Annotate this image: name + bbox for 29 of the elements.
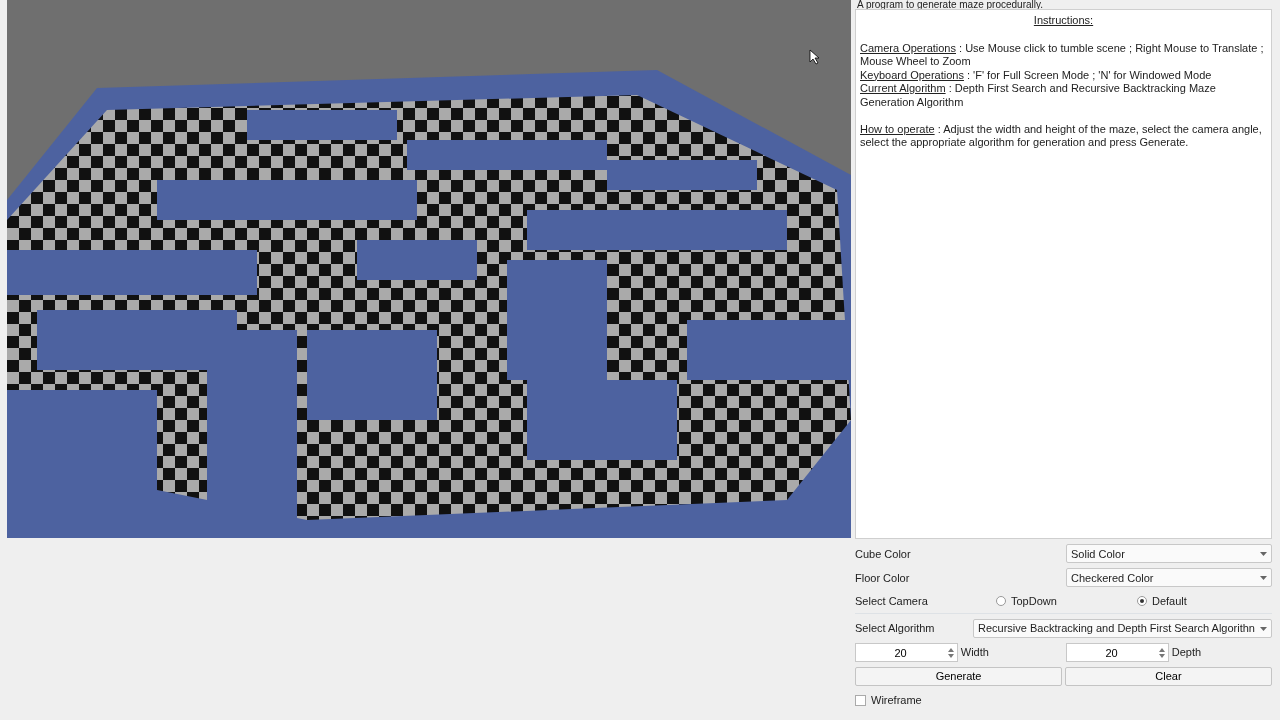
caret-icon — [1260, 551, 1267, 556]
description-text: A program to generate maze procedurally. — [857, 0, 1045, 9]
radio-button[interactable] — [996, 596, 1006, 607]
checkbox-label[interactable]: Wireframe — [871, 692, 922, 709]
cube-color-label: Cube Color — [855, 546, 912, 562]
algorithm-dropdown[interactable]: Recursive Backtracking and Depth First Search Algorithn — [973, 619, 1272, 638]
radio-label[interactable]: TopDown — [1011, 593, 1057, 610]
action-button[interactable]: Generate — [855, 667, 1063, 686]
checkbox[interactable] — [855, 695, 866, 706]
instruction-text: Keyboard Operations : 'F' for Full Screen Mode ; 'N' for Windowed Mode — [860, 68, 1213, 82]
caret-icon — [1260, 626, 1267, 631]
instruction-text: How to operate : Adjust the width and height of the maze, select the camera angle, select the appropriate algorithm for generation and press Generate. — [860, 122, 1263, 150]
action-button[interactable]: Clear — [1064, 667, 1272, 686]
radio-button[interactable] — [1137, 596, 1147, 607]
instructions-title: Instructions: — [1032, 14, 1095, 28]
cube-color-dropdown[interactable]: Solid Color — [1066, 544, 1272, 564]
spinbox-label: Width — [960, 645, 989, 661]
number-field[interactable]: 20 — [1066, 643, 1169, 662]
camera-label: Select Camera — [855, 594, 929, 609]
caret-icon — [1260, 575, 1267, 580]
spinbox-label: Depth — [1171, 645, 1202, 661]
algorithm-label: Select Algorithm — [855, 621, 936, 637]
instruction-text: Current Algorithm : Depth First Search and Recursive Backtracking Maze Generation Algorithm — [860, 82, 1217, 109]
number-field[interactable]: 20 — [855, 643, 958, 662]
maze-3d-view-drawing[interactable] — [7, 0, 851, 538]
floor-color-label: Floor Color — [855, 570, 911, 586]
floor-color-dropdown[interactable]: Checkered Color — [1066, 568, 1272, 588]
radio-label[interactable]: Default — [1152, 593, 1187, 610]
instruction-text: Camera Operations : Use Mouse click to tumble scene ; Right Mouse to Translate ; Mouse Wheel to Zoom — [860, 41, 1265, 69]
